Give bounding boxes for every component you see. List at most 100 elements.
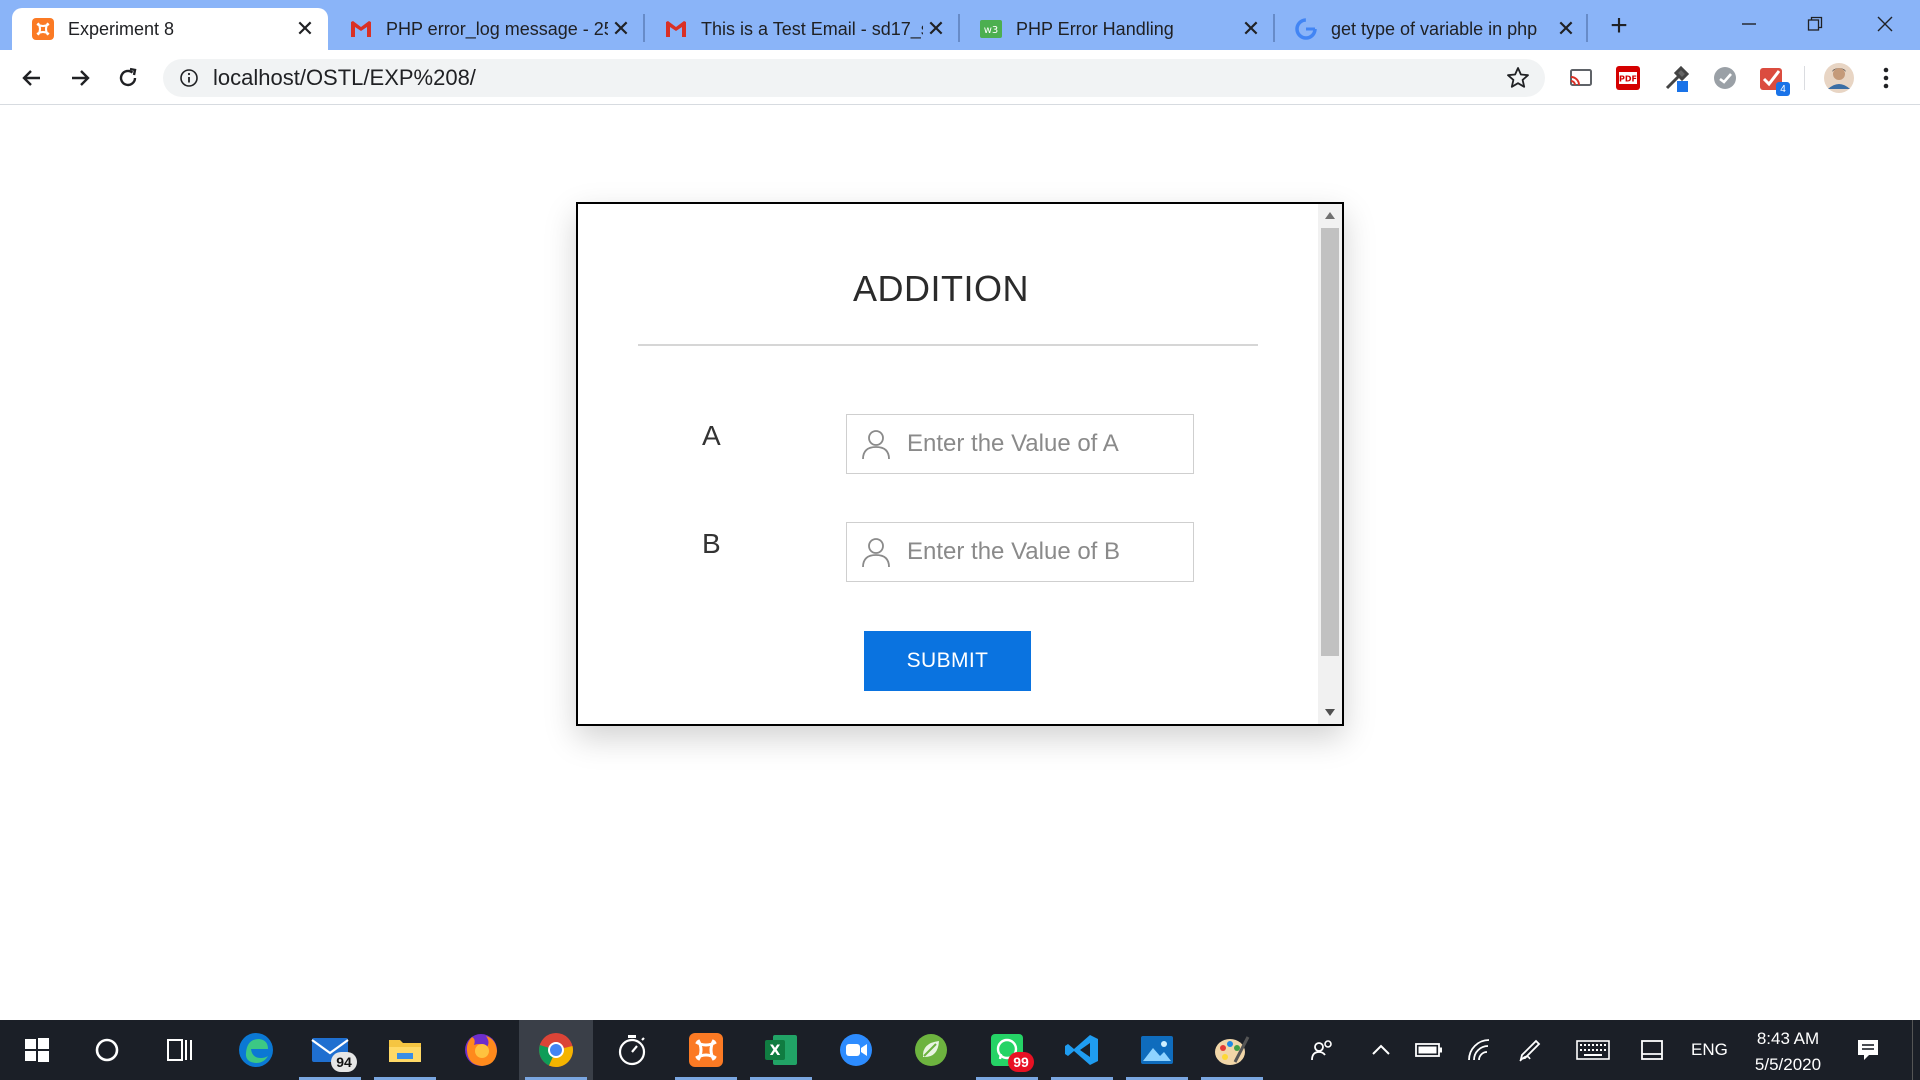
taskbar-firefox[interactable]	[444, 1020, 518, 1080]
bookmark-star-icon[interactable]	[1505, 65, 1531, 91]
taskbar-chrome[interactable]	[519, 1020, 593, 1080]
zoom-icon	[840, 1034, 872, 1066]
svg-text:X: X	[770, 1043, 781, 1059]
pdf-icon[interactable]: PDF	[1614, 64, 1642, 92]
start-icon	[25, 1038, 49, 1062]
tab-separator	[1586, 14, 1588, 42]
close-icon[interactable]: ✕	[1238, 16, 1264, 42]
clock-date: 5/5/2020	[1754, 1055, 1822, 1074]
taskbar-excel[interactable]: X	[744, 1020, 818, 1080]
action-center-icon[interactable]	[1853, 1035, 1883, 1065]
taskbar-photos[interactable]	[1120, 1020, 1194, 1080]
circle-ext-icon[interactable]	[1711, 64, 1739, 92]
excel-icon: X	[765, 1035, 797, 1065]
gmail-icon	[665, 18, 687, 40]
taskbar-paint[interactable]	[1195, 1020, 1269, 1080]
system-clock[interactable]: 8:43 AM 5/5/2020	[1736, 1026, 1840, 1078]
tab-title: PHP error_log message - 25	[386, 18, 608, 39]
value-a-input[interactable]	[907, 430, 1177, 458]
cast-icon[interactable]	[1567, 64, 1595, 92]
battery-icon[interactable]	[1414, 1035, 1444, 1065]
chevron-up-icon[interactable]	[1366, 1035, 1396, 1065]
submit-button[interactable]: SUBMIT	[864, 631, 1031, 691]
paint-icon	[1215, 1036, 1250, 1065]
tab-php-error-handling[interactable]: w3 PHP Error Handling ✕	[960, 8, 1274, 50]
keyboard-icon[interactable]	[1575, 1035, 1611, 1065]
more-menu-icon[interactable]	[1872, 64, 1900, 92]
scrollbar-thumb[interactable]	[1321, 228, 1339, 656]
address-bar[interactable]: localhost/OSTL/EXP%208/	[163, 59, 1545, 97]
windows-taskbar: 94 X 99 ENG 8:43 AM 5/5/2020	[0, 1020, 1920, 1080]
svg-text:w3: w3	[984, 25, 999, 36]
google-icon	[1295, 18, 1317, 40]
close-icon[interactable]: ✕	[1553, 16, 1579, 42]
tab-get-type-variable[interactable]: get type of variable in php ✕	[1275, 8, 1589, 50]
tab-title: Experiment 8	[68, 18, 175, 39]
taskbar-file-explorer[interactable]	[368, 1020, 442, 1080]
addition-form-frame: ADDITION A B SUBMIT	[576, 202, 1344, 726]
gmail-icon	[350, 18, 372, 40]
mail-unread-badge: 94	[331, 1052, 357, 1072]
close-icon[interactable]: ✕	[608, 16, 634, 42]
input-language[interactable]: ENG	[1691, 1040, 1728, 1060]
taskbar-edge[interactable]	[219, 1020, 293, 1080]
firefox-icon	[465, 1034, 497, 1066]
field-label-a: A	[702, 420, 721, 451]
taskbar-mail[interactable]: 94	[293, 1020, 367, 1080]
taskbar-spring-tool[interactable]	[894, 1020, 968, 1080]
search-button[interactable]	[70, 1020, 144, 1080]
tab-php-error-log[interactable]: PHP error_log message - 25 ✕	[330, 8, 644, 50]
xampp-icon	[689, 1033, 723, 1067]
field-label-b: B	[702, 528, 721, 559]
form-scrollbar[interactable]	[1318, 204, 1342, 724]
taskbar-zoom[interactable]	[819, 1020, 893, 1080]
close-window-button[interactable]	[1852, 4, 1918, 44]
new-tab-button[interactable]: +	[1604, 9, 1634, 42]
arrow-right-icon	[72, 70, 90, 86]
value-b-input[interactable]	[907, 538, 1177, 566]
profile-avatar[interactable]	[1823, 62, 1855, 94]
close-window-icon	[1877, 16, 1893, 32]
show-desktop-button[interactable]	[1912, 1020, 1920, 1080]
scroll-down-icon[interactable]	[1325, 709, 1335, 716]
url-text[interactable]: localhost/OSTL/EXP%208/	[213, 65, 1505, 91]
arrow-left-icon	[22, 70, 40, 86]
value-b-field[interactable]	[846, 522, 1194, 582]
back-button[interactable]	[12, 58, 52, 98]
people-icon[interactable]	[1308, 1035, 1338, 1065]
forward-button[interactable]	[60, 58, 100, 98]
user-icon	[862, 430, 890, 460]
close-icon[interactable]: ✕	[292, 16, 318, 42]
taskbar-xampp[interactable]	[669, 1020, 743, 1080]
task-view-button[interactable]	[143, 1020, 217, 1080]
eyedropper-icon[interactable]	[1663, 64, 1691, 92]
reload-button[interactable]	[108, 58, 148, 98]
w3schools-icon: w3	[980, 18, 1002, 40]
taskbar-vscode[interactable]	[1045, 1020, 1119, 1080]
tablet-mode-icon[interactable]	[1637, 1035, 1667, 1065]
taskbar-stopwatch[interactable]	[595, 1020, 669, 1080]
file-explorer-icon	[389, 1040, 421, 1062]
extension-badge: 4	[1776, 82, 1790, 96]
minimize-icon	[1742, 23, 1756, 25]
edge-icon	[239, 1033, 273, 1067]
start-button[interactable]	[0, 1020, 74, 1080]
minimize-button[interactable]	[1716, 4, 1782, 44]
scroll-up-icon[interactable]	[1325, 212, 1335, 219]
xampp-icon	[32, 18, 54, 40]
reload-icon	[119, 67, 137, 87]
restore-button[interactable]	[1782, 4, 1848, 44]
taskbar-whatsapp[interactable]: 99	[970, 1020, 1044, 1080]
todo-check-icon[interactable]: 4	[1758, 64, 1790, 96]
info-icon	[180, 69, 198, 87]
pen-icon[interactable]	[1515, 1035, 1545, 1065]
spring-tool-icon	[915, 1034, 947, 1066]
value-a-field[interactable]	[846, 414, 1194, 474]
whatsapp-unread-badge: 99	[1008, 1052, 1034, 1072]
tab-experiment-8[interactable]: Experiment 8 ✕	[12, 8, 328, 50]
wifi-icon[interactable]	[1464, 1035, 1494, 1065]
close-icon[interactable]: ✕	[923, 16, 949, 42]
toolbar-divider	[1804, 66, 1805, 90]
search-circle-icon	[95, 1038, 119, 1062]
tab-test-email[interactable]: This is a Test Email - sd17_s ✕	[645, 8, 959, 50]
